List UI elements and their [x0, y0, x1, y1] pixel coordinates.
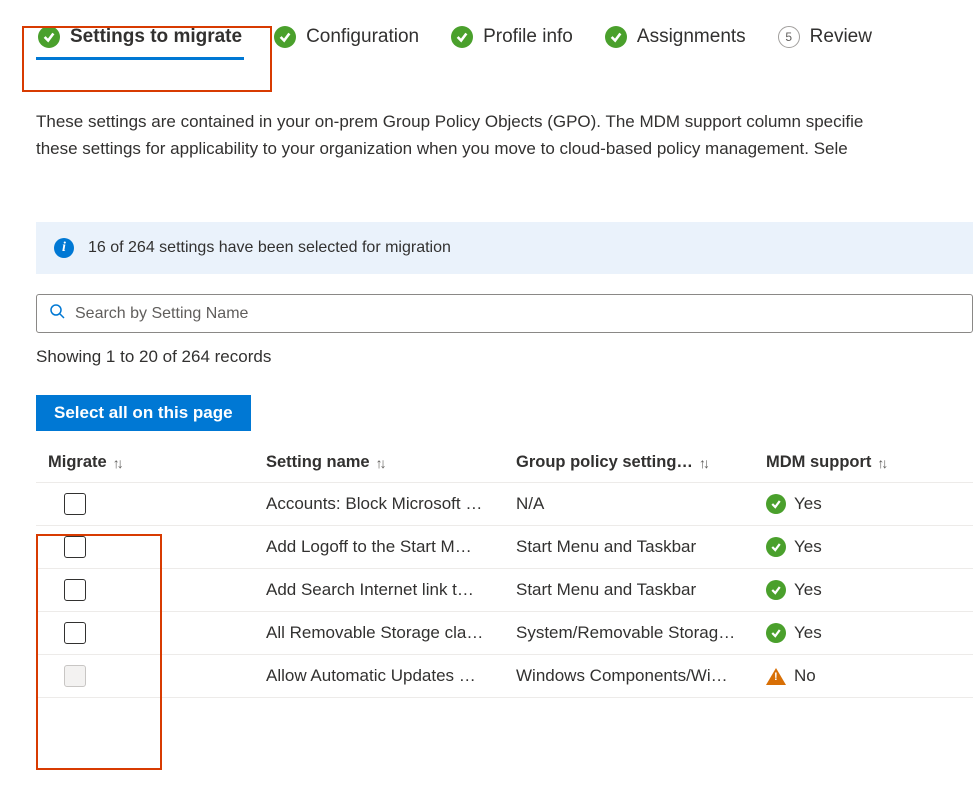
tab-label: Configuration	[306, 26, 419, 48]
search-input[interactable]	[75, 305, 960, 323]
sort-icon: ↑↓	[877, 455, 885, 471]
sort-icon: ↑↓	[699, 455, 707, 471]
checkmark-icon	[451, 26, 473, 48]
setting-name-cell: All Removable Storage cla…	[266, 623, 516, 643]
search-box[interactable]	[36, 294, 973, 333]
gpo-cell: N/A	[516, 494, 766, 514]
table-row: Add Logoff to the Start M… Start Menu an…	[36, 526, 973, 569]
col-group-policy[interactable]: Group policy setting… ↑↓	[516, 453, 766, 472]
migrate-checkbox[interactable]	[64, 536, 86, 558]
gpo-cell: Windows Components/Wi…	[516, 666, 766, 686]
sort-icon: ↑↓	[113, 455, 121, 471]
setting-name-cell: Accounts: Block Microsoft …	[266, 494, 516, 514]
mdm-cell: Yes	[766, 494, 973, 514]
col-migrate[interactable]: Migrate ↑↓	[36, 453, 266, 472]
checkmark-icon	[274, 26, 296, 48]
gpo-cell: System/Removable Storag…	[516, 623, 766, 643]
wizard-tabs: Settings to migrate Configuration Profil…	[36, 18, 973, 56]
tab-settings-to-migrate[interactable]: Settings to migrate	[36, 18, 244, 56]
migrate-checkbox[interactable]	[64, 493, 86, 515]
success-icon	[766, 494, 786, 514]
mdm-cell: Yes	[766, 537, 973, 557]
setting-name-cell: Allow Automatic Updates …	[266, 666, 516, 686]
tab-label: Review	[810, 26, 872, 48]
success-icon	[766, 623, 786, 643]
search-icon	[49, 303, 65, 324]
col-mdm-support[interactable]: MDM support ↑↓	[766, 453, 973, 472]
info-text: 16 of 264 settings have been selected fo…	[88, 239, 451, 257]
table-row: Accounts: Block Microsoft … N/A Yes	[36, 483, 973, 526]
tab-label: Assignments	[637, 26, 746, 48]
description-text: These settings are contained in your on-…	[36, 108, 973, 162]
setting-name-cell: Add Logoff to the Start M…	[266, 537, 516, 557]
sort-icon: ↑↓	[376, 455, 384, 471]
migrate-checkbox[interactable]	[64, 579, 86, 601]
migrate-checkbox	[64, 665, 86, 687]
setting-name-cell: Add Search Internet link t…	[266, 580, 516, 600]
select-all-button[interactable]: Select all on this page	[36, 395, 251, 431]
table-row: All Removable Storage cla… System/Remova…	[36, 612, 973, 655]
migrate-checkbox[interactable]	[64, 622, 86, 644]
mdm-cell: Yes	[766, 623, 973, 643]
success-icon	[766, 580, 786, 600]
tab-configuration[interactable]: Configuration	[272, 18, 421, 56]
tab-assignments[interactable]: Assignments	[603, 18, 748, 56]
tab-label: Settings to migrate	[70, 26, 242, 48]
table-header: Migrate ↑↓ Setting name ↑↓ Group policy …	[36, 441, 973, 483]
record-count: Showing 1 to 20 of 264 records	[36, 347, 973, 367]
tab-profile-info[interactable]: Profile info	[449, 18, 575, 56]
checkmark-icon	[605, 26, 627, 48]
mdm-cell: Yes	[766, 580, 973, 600]
col-setting-name[interactable]: Setting name ↑↓	[266, 453, 516, 472]
checkmark-icon	[38, 26, 60, 48]
table-row: Allow Automatic Updates … Windows Compon…	[36, 655, 973, 698]
mdm-cell: No	[766, 666, 973, 686]
warning-icon	[766, 668, 786, 685]
gpo-cell: Start Menu and Taskbar	[516, 537, 766, 557]
info-icon: i	[54, 238, 74, 258]
table-row: Add Search Internet link t… Start Menu a…	[36, 569, 973, 612]
tab-review[interactable]: 5 Review	[776, 18, 874, 56]
gpo-cell: Start Menu and Taskbar	[516, 580, 766, 600]
tab-label: Profile info	[483, 26, 573, 48]
info-bar: i 16 of 264 settings have been selected …	[36, 222, 973, 274]
success-icon	[766, 537, 786, 557]
settings-table: Migrate ↑↓ Setting name ↑↓ Group policy …	[36, 441, 973, 698]
step-number-icon: 5	[778, 26, 800, 48]
